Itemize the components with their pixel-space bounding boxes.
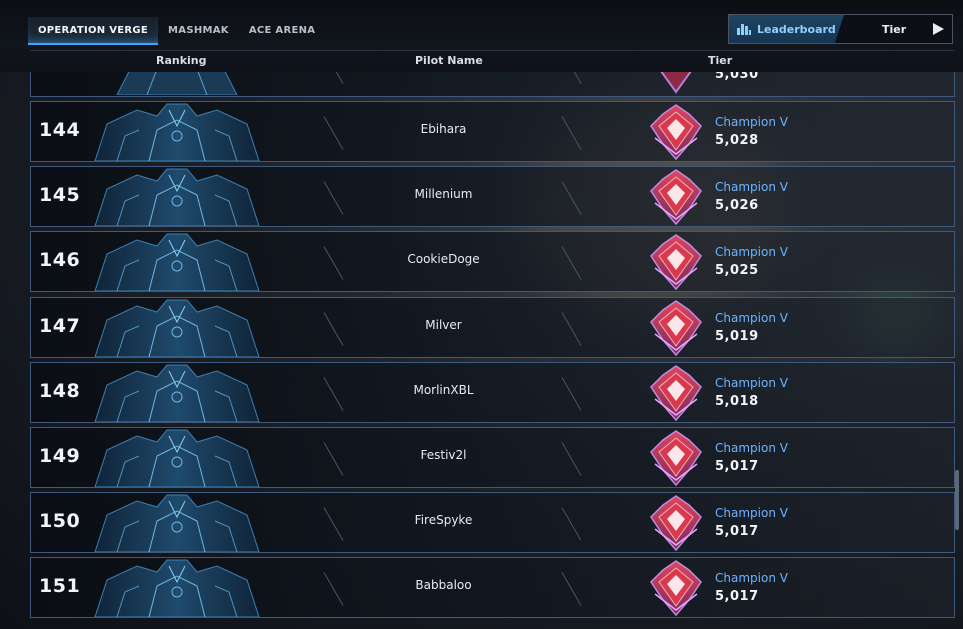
tier-score: 5,026 xyxy=(715,198,759,213)
leaderboard-label: Leaderboard xyxy=(757,22,836,36)
divider-slash xyxy=(323,72,344,84)
divider-slash xyxy=(323,181,344,215)
mech-portrait-icon xyxy=(94,494,260,552)
tier-button[interactable]: Tier xyxy=(844,15,952,43)
table-row[interactable]: 148 MorlinXBL Champion V 5,018 xyxy=(30,362,955,423)
champion-rank-icon xyxy=(650,365,702,421)
tier-label: Tier xyxy=(882,22,907,36)
pilot-name: FireSpyke xyxy=(414,513,473,527)
divider-slash xyxy=(561,377,582,411)
divider-slash xyxy=(323,116,344,150)
rank-number: 144 xyxy=(39,119,81,141)
mech-portrait-icon xyxy=(94,364,260,422)
tier-name: Champion V xyxy=(715,115,788,129)
champion-rank-icon xyxy=(650,560,702,616)
pilot-name: Festiv2l xyxy=(420,448,467,462)
tier-name: Champion V xyxy=(715,571,788,585)
tab-operation-verge[interactable]: OPERATION VERGE xyxy=(28,17,159,45)
tier-name: Champion V xyxy=(715,180,788,194)
champion-rank-icon xyxy=(650,495,702,551)
table-row[interactable]: 150 FireSpyke Champion V 5,017 xyxy=(30,492,955,553)
champion-rank-icon xyxy=(650,234,702,290)
champion-rank-icon xyxy=(660,72,692,94)
divider-slash xyxy=(561,246,582,280)
rank-number: 146 xyxy=(39,249,81,271)
header-ranking: Ranking xyxy=(156,54,207,67)
mech-portrait-icon xyxy=(94,103,260,161)
rank-number: 145 xyxy=(39,184,81,206)
table-row-partial[interactable]: 143 5,030 xyxy=(30,72,955,97)
header-tier: Tier xyxy=(708,54,733,67)
divider-slash xyxy=(323,572,344,606)
rank-number: 143 xyxy=(39,72,80,75)
table-row[interactable]: 147 Milver Champion V 5,019 xyxy=(30,297,955,358)
mech-portrait-icon xyxy=(94,299,260,357)
tier-name: Champion V xyxy=(715,245,788,259)
mech-portrait-icon xyxy=(94,429,260,487)
divider-slash xyxy=(561,72,582,84)
champion-rank-icon xyxy=(650,430,702,486)
divider-slash xyxy=(323,507,344,541)
pilot-name: Babbaloo xyxy=(415,578,472,592)
champion-rank-icon xyxy=(650,169,702,225)
tier-score: 5,017 xyxy=(715,589,759,604)
table-row[interactable]: 146 CookieDoge Champion V 5,025 xyxy=(30,231,955,292)
mech-portrait-icon xyxy=(94,168,260,226)
tier-name: Champion V xyxy=(715,506,788,520)
tab-ace-arena[interactable]: ACE ARENA xyxy=(239,17,325,45)
divider-slash xyxy=(561,507,582,541)
scrollbar-thumb[interactable] xyxy=(955,470,959,530)
tier-score: 5,018 xyxy=(715,394,759,409)
tier-score: 5,028 xyxy=(715,133,759,148)
table-row[interactable]: 145 Millenium Champion V 5,026 xyxy=(30,166,955,227)
tier-name: Champion V xyxy=(715,441,788,455)
table-row[interactable]: 144 Ebihara Champion V 5,028 xyxy=(30,101,955,162)
divider-slash xyxy=(561,442,582,476)
divider-slash xyxy=(323,312,344,346)
pilot-name: Milver xyxy=(425,318,462,332)
pilot-name: Ebihara xyxy=(420,122,467,136)
divider-slash xyxy=(561,116,582,150)
leaderboard-button[interactable]: Leaderboard xyxy=(729,15,844,43)
mech-portrait-icon xyxy=(94,233,260,291)
rank-number: 149 xyxy=(39,445,81,467)
tier-score: 5,025 xyxy=(715,263,759,278)
header-pilot-name: Pilot Name xyxy=(415,54,483,67)
pilot-name: MorlinXBL xyxy=(413,383,474,397)
divider-slash xyxy=(561,181,582,215)
leaderboard-list[interactable]: 143 5,030 144 E xyxy=(30,72,955,629)
rank-number: 150 xyxy=(39,510,81,532)
rank-number: 148 xyxy=(39,380,81,402)
tier-name: Champion V xyxy=(715,311,788,325)
rank-number: 147 xyxy=(39,315,81,337)
tier-score: 5,017 xyxy=(715,459,759,474)
mode-tabs: OPERATION VERGE MASHMAK ACE ARENA xyxy=(28,17,325,45)
divider-slash xyxy=(323,377,344,411)
tier-score: 5,019 xyxy=(715,329,759,344)
table-row[interactable]: 151 Babbaloo Champion V 5,017 xyxy=(30,557,955,618)
top-bar: OPERATION VERGE MASHMAK ACE ARENA Leader… xyxy=(0,0,963,72)
divider-slash xyxy=(561,572,582,606)
tab-mashmak[interactable]: MASHMAK xyxy=(158,17,239,45)
champion-rank-icon xyxy=(650,300,702,356)
column-headers: Ranking Pilot Name Tier xyxy=(30,50,955,72)
pilot-name: Millenium xyxy=(414,187,473,201)
play-arrow-icon xyxy=(933,23,944,35)
tier-score: 5,030 xyxy=(715,72,759,82)
rank-number: 151 xyxy=(39,575,81,597)
tier-name: Champion V xyxy=(715,376,788,390)
table-row[interactable]: 149 Festiv2l Champion V 5,017 xyxy=(30,427,955,488)
pilot-name: CookieDoge xyxy=(407,252,480,266)
divider-slash xyxy=(561,312,582,346)
bar-chart-icon xyxy=(737,24,751,35)
tier-score: 5,017 xyxy=(715,524,759,539)
divider-slash xyxy=(323,442,344,476)
mech-portrait-icon xyxy=(94,559,260,617)
divider-slash xyxy=(323,246,344,280)
mech-portrait-icon xyxy=(116,72,238,95)
view-switcher: Leaderboard Tier xyxy=(728,14,953,44)
champion-rank-icon xyxy=(650,104,702,160)
